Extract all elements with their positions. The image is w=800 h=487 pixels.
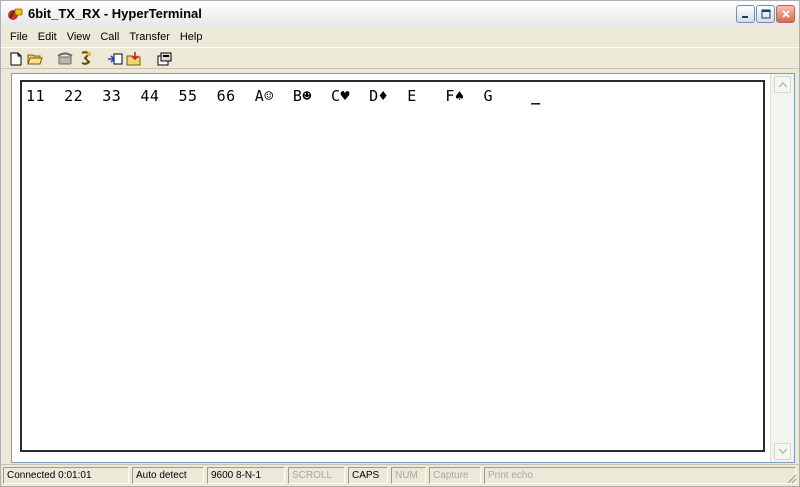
status-caps: CAPS bbox=[348, 467, 388, 484]
new-file-icon bbox=[10, 52, 22, 65]
properties-button[interactable] bbox=[155, 50, 173, 67]
open-button[interactable] bbox=[26, 50, 44, 67]
minimize-button[interactable] bbox=[736, 5, 755, 23]
toolbar bbox=[1, 47, 799, 69]
receive-button[interactable] bbox=[125, 50, 143, 67]
menu-file[interactable]: File bbox=[5, 30, 33, 44]
minimize-icon bbox=[742, 15, 748, 18]
menu-bar: File Edit View Call Transfer Help bbox=[1, 27, 799, 47]
close-button[interactable] bbox=[776, 5, 795, 23]
status-capture: Capture bbox=[429, 467, 481, 484]
maximize-icon bbox=[761, 9, 770, 19]
scroll-down-button[interactable] bbox=[774, 443, 791, 460]
terminal-screen[interactable]: 11 22 33 44 55 66 A☺ B☻ C♥ D♦ E F♠ G _ bbox=[20, 80, 765, 452]
scroll-up-button[interactable] bbox=[774, 76, 791, 93]
menu-help[interactable]: Help bbox=[175, 30, 208, 44]
connect-button[interactable] bbox=[77, 50, 95, 67]
hyperterminal-app-icon[interactable] bbox=[7, 6, 23, 22]
status-scroll: SCROLL bbox=[288, 467, 345, 484]
close-icon bbox=[781, 10, 790, 18]
resize-grip-icon[interactable] bbox=[785, 472, 797, 484]
status-bar: Connected 0:01:01 Auto detect 9600 8-N-1… bbox=[1, 464, 799, 486]
new-button[interactable] bbox=[7, 50, 25, 67]
terminal-received-text: 11 22 33 44 55 66 A☺ B☻ C♥ D♦ E F♠ G bbox=[26, 87, 532, 105]
menu-edit[interactable]: Edit bbox=[33, 30, 62, 44]
terminal-cursor: _ bbox=[531, 87, 541, 105]
terminal-frame: 11 22 33 44 55 66 A☺ B☻ C♥ D♦ E F♠ G _ bbox=[11, 73, 795, 463]
status-detect: Auto detect bbox=[132, 467, 204, 484]
maximize-button[interactable] bbox=[756, 5, 775, 23]
status-connected: Connected 0:01:01 bbox=[3, 467, 129, 484]
receive-file-icon bbox=[126, 51, 141, 65]
disconnect-phone-icon bbox=[57, 52, 73, 65]
menu-transfer[interactable]: Transfer bbox=[124, 30, 175, 44]
open-folder-icon bbox=[27, 54, 43, 65]
status-num: NUM bbox=[391, 467, 426, 484]
menu-call[interactable]: Call bbox=[95, 30, 124, 44]
chevron-down-icon bbox=[778, 449, 787, 454]
menu-view[interactable]: View bbox=[62, 30, 96, 44]
vertical-scrollbar[interactable] bbox=[770, 74, 794, 462]
hyperterminal-window: 6bit_TX_RX - HyperTerminal File Edit Vie… bbox=[0, 0, 800, 487]
send-file-icon bbox=[108, 53, 123, 65]
title-bar[interactable]: 6bit_TX_RX - HyperTerminal bbox=[1, 1, 799, 28]
connect-icon bbox=[81, 51, 91, 65]
terminal-output: 11 22 33 44 55 66 A☺ B☻ C♥ D♦ E F♠ G _ bbox=[26, 87, 541, 105]
chevron-up-icon bbox=[778, 82, 787, 87]
status-print-echo: Print echo bbox=[484, 467, 796, 484]
properties-icon bbox=[157, 52, 171, 65]
status-settings: 9600 8-N-1 bbox=[207, 467, 285, 484]
window-title: 6bit_TX_RX - HyperTerminal bbox=[28, 6, 202, 21]
send-button[interactable] bbox=[106, 50, 124, 67]
disconnect-button[interactable] bbox=[56, 50, 74, 67]
